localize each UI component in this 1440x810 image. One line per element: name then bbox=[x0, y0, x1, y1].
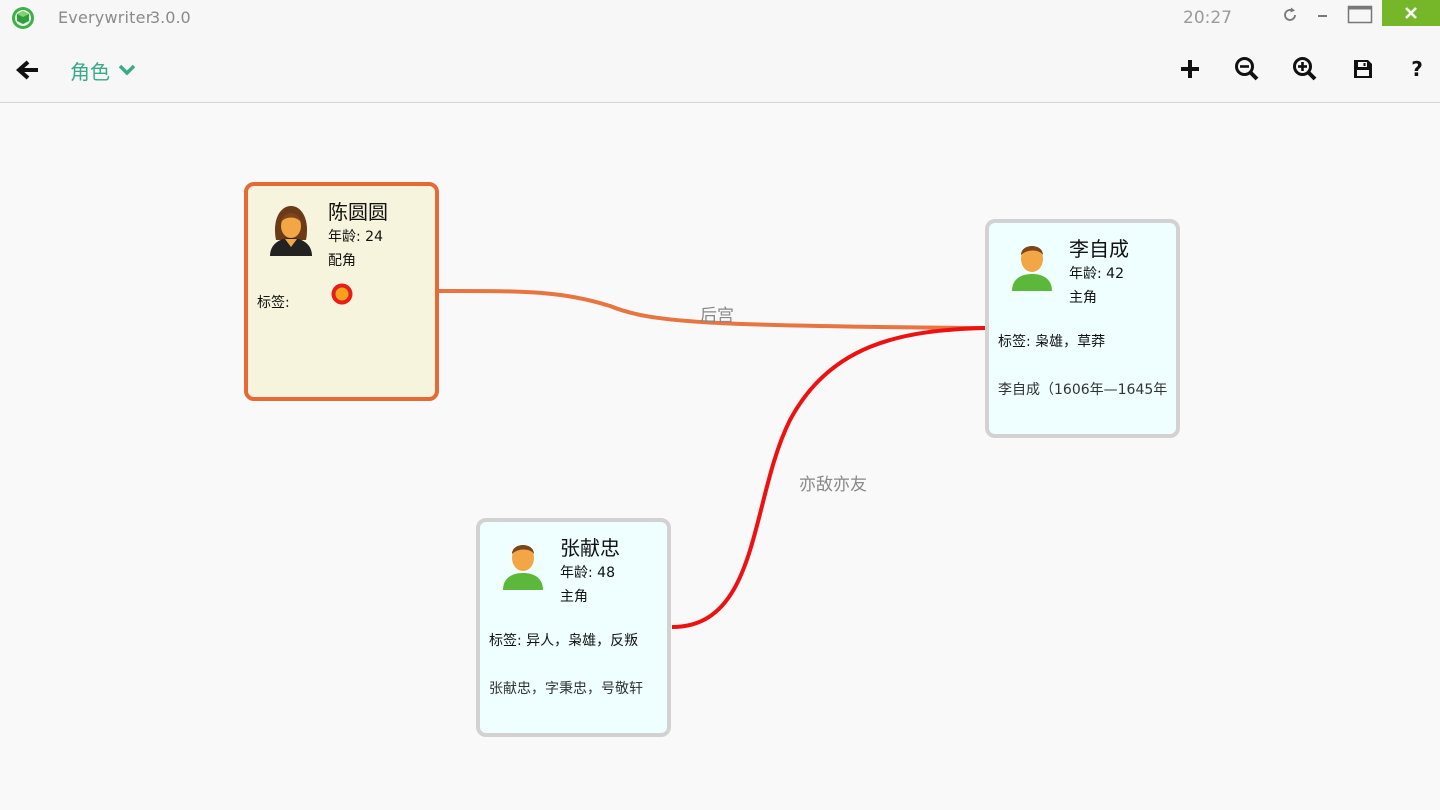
minimize-icon bbox=[1318, 15, 1327, 17]
character-tags: 标签: 异人，枭雄，反叛 bbox=[489, 633, 639, 649]
character-age: 年龄: 24 bbox=[328, 229, 383, 245]
zoom-in-icon bbox=[1293, 57, 1317, 81]
chevron-down-icon bbox=[118, 64, 136, 76]
character-age: 年龄: 48 bbox=[560, 565, 615, 581]
character-name: 张献忠 bbox=[560, 536, 620, 560]
zoom-out-button[interactable] bbox=[1232, 54, 1262, 84]
maximize-icon bbox=[1347, 5, 1373, 24]
save-button[interactable] bbox=[1348, 54, 1378, 84]
clock: 20:27 bbox=[1183, 8, 1232, 28]
toolbar: 角色 ? bbox=[0, 36, 1440, 103]
character-tags: 标签: 枭雄，草莽 bbox=[998, 334, 1106, 350]
app-version: 3.0.0 bbox=[150, 8, 191, 27]
zoom-out-icon bbox=[1235, 57, 1259, 81]
section-dropdown-label: 角色 bbox=[70, 59, 110, 84]
maximize-button[interactable] bbox=[1344, 0, 1376, 30]
add-character-button[interactable] bbox=[1175, 54, 1205, 84]
character-card-li-zicheng[interactable]: 李自成 年龄: 42 主角 标签: 枭雄，草莽 李自成（1606年—1645年 bbox=[985, 219, 1180, 438]
back-button[interactable] bbox=[14, 56, 42, 84]
plus-icon bbox=[1181, 60, 1199, 78]
character-card-zhang-xianzhong[interactable]: 张献忠 年龄: 48 主角 标签: 异人，枭雄，反叛 张献忠，字秉忠，号敬轩 bbox=[476, 518, 671, 737]
target-dot-icon bbox=[330, 282, 354, 306]
character-role: 主角 bbox=[560, 589, 588, 605]
male-avatar-icon bbox=[498, 536, 548, 592]
refresh-icon bbox=[1284, 7, 1296, 21]
zoom-in-button[interactable] bbox=[1290, 54, 1320, 84]
relation-label-harem[interactable]: 后宫 bbox=[700, 301, 734, 326]
character-role: 配角 bbox=[328, 253, 356, 269]
floppy-disk-icon bbox=[1354, 60, 1372, 78]
minimize-button[interactable] bbox=[1310, 0, 1336, 30]
character-name: 李自成 bbox=[1069, 237, 1129, 261]
relationship-canvas[interactable] bbox=[0, 103, 1440, 810]
character-role: 主角 bbox=[1069, 290, 1097, 306]
app-title: Everywriter bbox=[58, 8, 153, 27]
male-avatar-icon bbox=[1007, 237, 1057, 293]
section-dropdown[interactable]: 角色 bbox=[70, 56, 136, 84]
arrow-left-icon bbox=[15, 60, 38, 80]
refresh-button[interactable] bbox=[1276, 0, 1304, 30]
female-avatar-icon bbox=[266, 200, 316, 256]
character-name: 陈圆圆 bbox=[328, 200, 388, 224]
character-tags: 标签: bbox=[257, 295, 290, 311]
character-card-chen-yuanyuan[interactable]: 陈圆圆 年龄: 24 配角 标签: bbox=[244, 182, 439, 401]
app-logo-icon bbox=[11, 6, 35, 30]
relation-label-frenemy[interactable]: 亦敌亦友 bbox=[799, 470, 867, 495]
title-bar: Everywriter 3.0.0 20:27 bbox=[0, 0, 1440, 36]
character-age: 年龄: 42 bbox=[1069, 266, 1124, 282]
close-icon bbox=[1405, 7, 1417, 19]
character-description: 李自成（1606年—1645年 bbox=[998, 382, 1168, 398]
help-icon: ? bbox=[1411, 57, 1423, 81]
character-description: 张献忠，字秉忠，号敬轩 bbox=[489, 681, 643, 697]
help-button[interactable]: ? bbox=[1402, 54, 1432, 84]
close-button[interactable] bbox=[1382, 0, 1440, 26]
